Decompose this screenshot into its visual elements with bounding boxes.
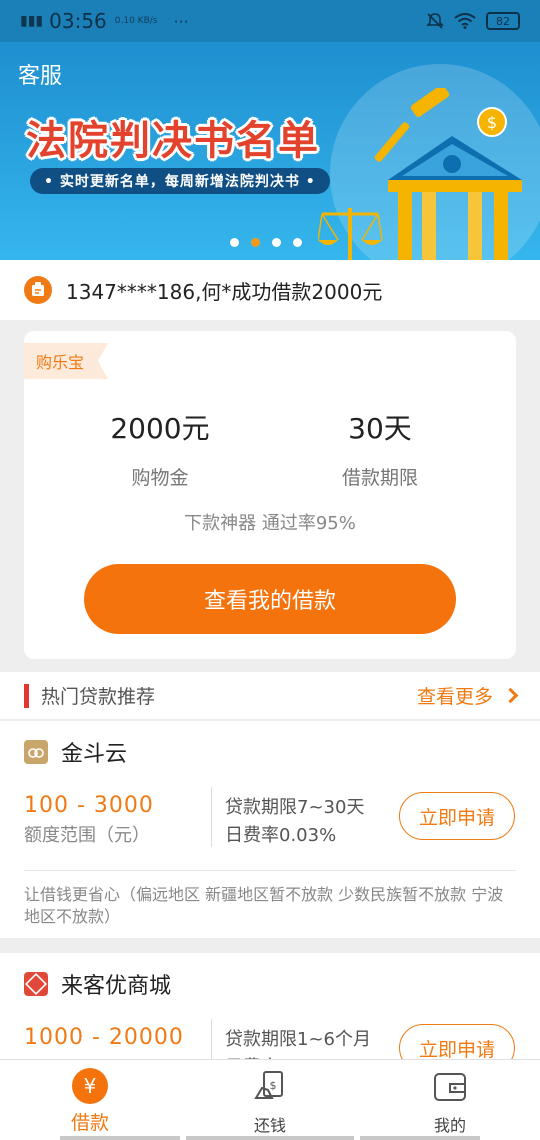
nav-indicator (360, 1136, 480, 1140)
carousel-dot-active[interactable] (251, 238, 260, 247)
banner-title: 法院判决书名单 (26, 118, 320, 164)
apply-now-button[interactable]: 立即申请 (399, 1024, 515, 1063)
nav-indicator (60, 1136, 180, 1140)
section-accent-bar (24, 683, 29, 708)
divider (211, 787, 212, 847)
battery-icon: 82 (486, 12, 520, 30)
divider (211, 1019, 212, 1063)
carousel-dot[interactable] (272, 238, 281, 247)
tab-repay[interactable]: $ 还钱 (180, 1060, 360, 1140)
court-building-icon: $ (318, 88, 522, 260)
view-more-label: 查看更多 (416, 686, 493, 708)
amount-label: 购物金 (131, 467, 189, 489)
notice-icon (24, 276, 52, 304)
jindouyun-logo-icon (24, 740, 48, 764)
repay-icon: $ (254, 1071, 283, 1099)
apply-now-button[interactable]: 立即申请 (399, 792, 515, 840)
loan-notice: 1347****186,何*成功借款2000元 (0, 260, 540, 320)
loan-name: 金斗云 (61, 742, 128, 767)
banner-subtitle: • 实时更新名单，每周新增法院判决书 • (30, 168, 330, 194)
section-title: 热门贷款推荐 (41, 686, 156, 708)
tab-label: 还钱 (253, 1116, 286, 1135)
product-tag: 购乐宝 (24, 343, 108, 379)
laikeyou-logo-icon (24, 972, 48, 996)
wallet-icon (434, 1073, 466, 1101)
notice-text: 1347****186,何*成功借款2000元 (66, 279, 383, 304)
loan-header: 来客优商城 (24, 968, 171, 1000)
chevron-right-icon (502, 687, 519, 704)
carousel-dot[interactable] (230, 238, 239, 247)
amount-value: 2000元 (110, 412, 210, 445)
signal-icon: ▮▮▮ (20, 13, 44, 29)
status-time: 03:56 (49, 9, 107, 33)
network-speed: 0.10 KB/s (114, 15, 158, 26)
view-more-link[interactable]: 查看更多 (416, 682, 519, 709)
mute-icon (426, 13, 444, 29)
loan-range: 1000 - 20000 (24, 1025, 184, 1050)
tab-label: 我的 (433, 1116, 466, 1135)
loan-term: 贷款期限7~30天 (225, 797, 365, 818)
loan-header: 金斗云 (24, 736, 127, 768)
tab-mine[interactable]: 我的 (360, 1060, 540, 1140)
term-value: 30天 (348, 412, 412, 445)
promo-banner[interactable]: 客服 法院判决书名单 • 实时更新名单，每周新增法院判决书 • $ (0, 42, 540, 260)
wifi-icon (454, 13, 476, 29)
nav-indicator (186, 1136, 354, 1140)
loan-name: 来客优商城 (61, 974, 172, 999)
bottom-tab-bar: ¥ 借款 $ 还钱 我的 (0, 1059, 540, 1140)
carousel-indicator[interactable] (230, 238, 302, 247)
product-card: 购乐宝 2000元 购物金 30天 借款期限 下款神器 通过率95% 查看我的借… (24, 331, 516, 659)
tab-label: 借款 (70, 1112, 109, 1134)
section-header: 热门贷款推荐 查看更多 (0, 672, 540, 720)
loan-item[interactable]: 来客优商城 1000 - 20000 贷款期限1~6个月 日费率 立即申请 (0, 953, 540, 1063)
term-label: 借款期限 (341, 467, 418, 489)
view-my-loans-button[interactable]: 查看我的借款 (84, 564, 456, 634)
svg-text:$: $ (487, 113, 497, 132)
tab-borrow[interactable]: ¥ 借款 (0, 1060, 180, 1140)
customer-service-button[interactable]: 客服 (18, 58, 62, 90)
yen-coin-icon: ¥ (72, 1068, 108, 1104)
product-subtitle: 下款神器 通过率95% (184, 513, 356, 534)
loan-range-label: 额度范围（元） (24, 825, 150, 846)
carousel-dot[interactable] (293, 238, 302, 247)
loan-range: 100 - 3000 (24, 793, 154, 818)
term-stat: 30天 借款期限 (280, 407, 480, 490)
loan-item[interactable]: 金斗云 100 - 3000 额度范围（元） 贷款期限7~30天 日费率0.03… (0, 721, 540, 938)
more-notifications: ··· (173, 11, 189, 31)
amount-stat: 2000元 购物金 (60, 407, 260, 490)
divider (24, 870, 516, 871)
svg-text:$: $ (270, 1079, 277, 1092)
loan-rate: 日费率0.03% (225, 825, 337, 846)
loan-term: 贷款期限1~6个月 (225, 1029, 371, 1050)
loan-description: 让借钱更省心（偏远地区 新疆地区暂不放款 少数民族暂不放款 宁波地区不放款） (24, 885, 504, 926)
status-bar: ▮▮▮ 03:56 0.10 KB/s ··· 82 (0, 0, 540, 42)
status-icons: 82 (426, 12, 520, 30)
app-screen: ▮▮▮ 03:56 0.10 KB/s ··· 82 客服 法院判决书名单 • … (0, 0, 540, 1140)
